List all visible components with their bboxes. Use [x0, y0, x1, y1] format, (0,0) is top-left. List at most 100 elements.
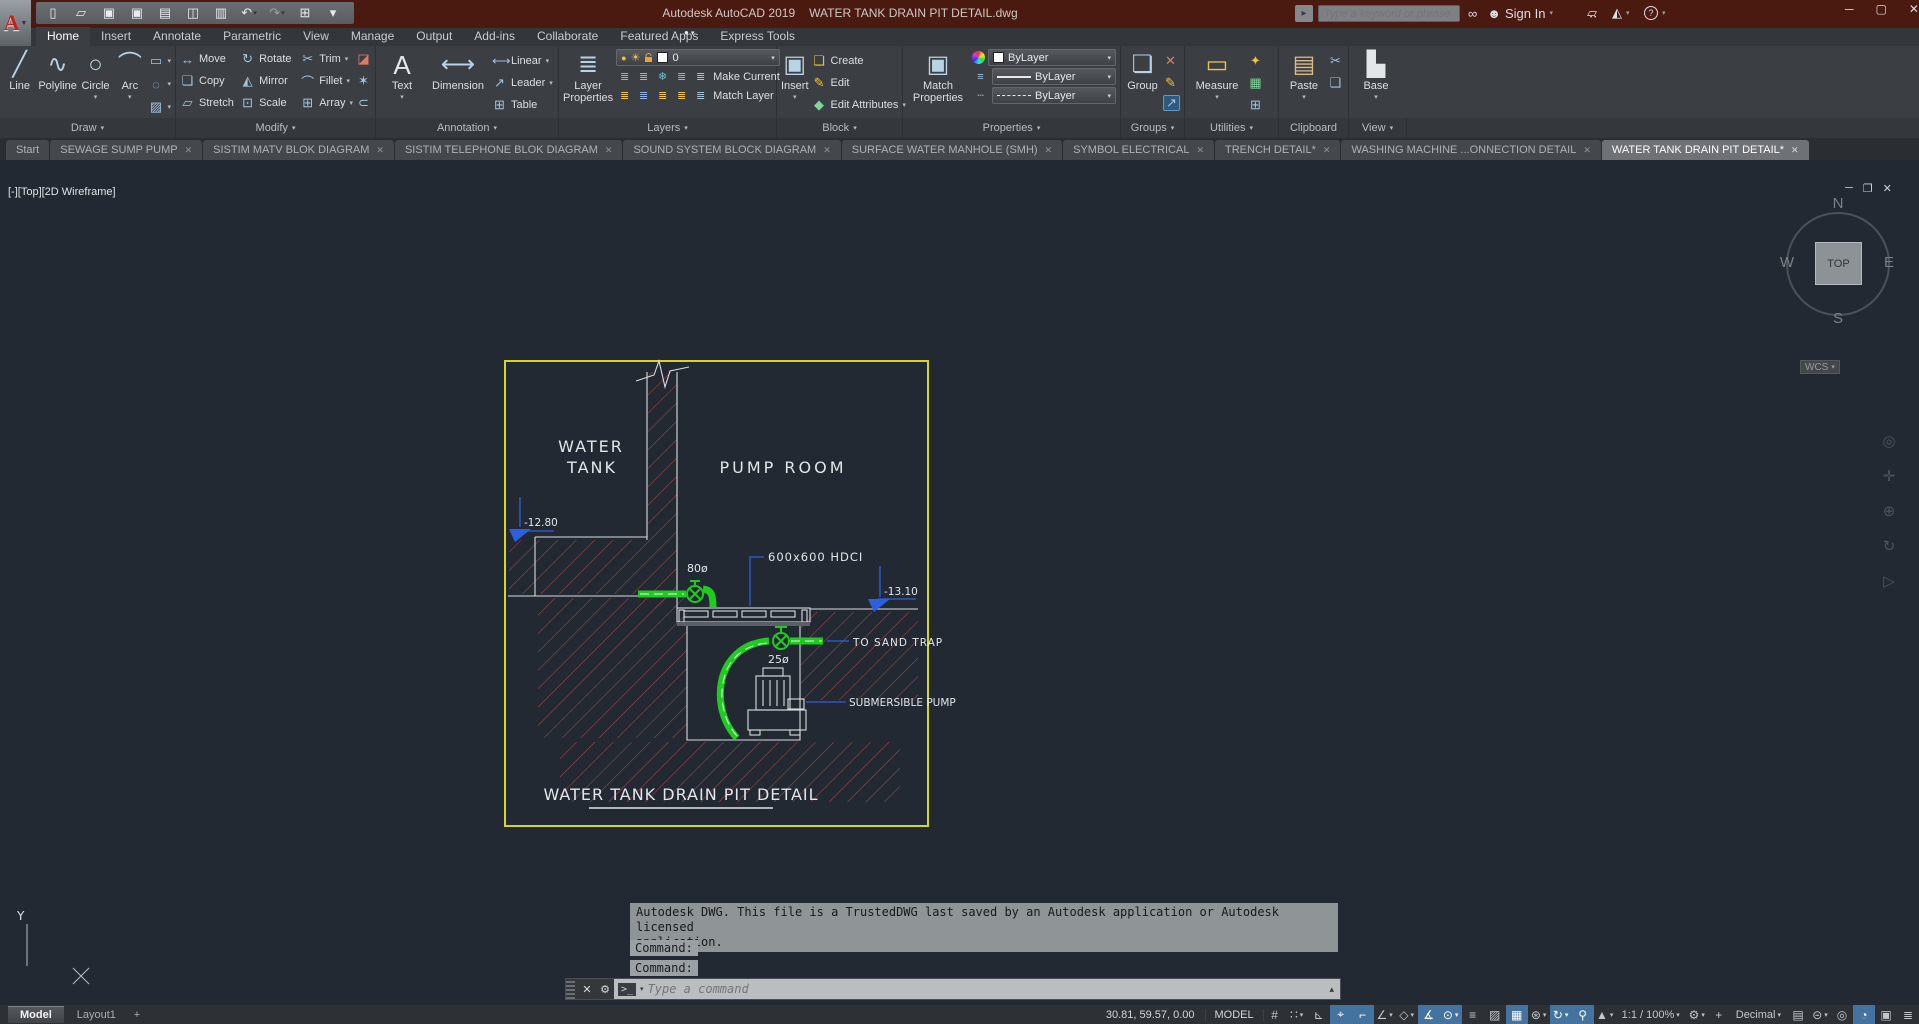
command-close-icon[interactable]: ✕: [578, 983, 596, 996]
dimension-button[interactable]: ⟷Dimension: [427, 49, 489, 115]
close-button[interactable]: ✕: [1909, 2, 1919, 16]
panel-label-modify[interactable]: Modify▾: [176, 118, 376, 138]
redo-icon[interactable]: ↷▾: [264, 4, 290, 23]
osnap-3d-button[interactable]: ⊛▾: [1528, 1005, 1550, 1024]
layer-lock-icon[interactable]: ≣: [673, 69, 690, 85]
paste-button[interactable]: ▤Paste▾: [1283, 49, 1325, 115]
trim-button[interactable]: ✂Trim▾: [300, 49, 353, 69]
linetype-select[interactable]: ByLayer▾: [992, 87, 1116, 104]
measure-button[interactable]: ▭Measure▾: [1189, 49, 1245, 115]
file-tab-symbol-electrical[interactable]: SYMBOL ELECTRICAL✕: [1063, 140, 1214, 160]
application-menu-button[interactable]: A▼: [0, 0, 31, 46]
save-icon[interactable]: ▣▾: [96, 4, 122, 23]
compass-south[interactable]: S: [1772, 310, 1904, 327]
file-tab-sistim-telephone[interactable]: SISTIM TELEPHONE BLOK DIAGRAM✕: [395, 140, 623, 160]
undo-icon[interactable]: ↶▾: [236, 4, 262, 23]
infer-constraints-button[interactable]: ⊾▾: [1308, 1005, 1330, 1024]
view-cube[interactable]: N S W E TOP: [1772, 198, 1904, 330]
layer-isolate-icon[interactable]: ≣: [635, 69, 652, 85]
quick-properties-button[interactable]: ▤▾: [1787, 1005, 1809, 1024]
sheet-set-icon[interactable]: ⊞▾: [292, 4, 318, 23]
tab-annotate[interactable]: Annotate: [142, 27, 212, 46]
close-tab-icon[interactable]: ✕: [823, 145, 831, 156]
tab-output[interactable]: Output: [405, 27, 463, 46]
dynamic-ucs-button[interactable]: ↻▾: [1550, 1005, 1572, 1024]
qat-menu-icon[interactable]: ▾▾: [320, 4, 346, 23]
table-button[interactable]: ⊞Table: [492, 95, 553, 115]
open-file-icon[interactable]: ▱▾: [68, 4, 94, 23]
object-snap-tracking-button[interactable]: ∡▾: [1418, 1005, 1440, 1024]
polyline-button[interactable]: ∿Polyline: [38, 49, 77, 115]
command-drag-handle[interactable]: [566, 979, 575, 999]
units-button[interactable]: Decimal▾: [1730, 1005, 1787, 1024]
plot-icon[interactable]: ▤▾: [152, 4, 178, 23]
file-tab-washing-machine[interactable]: WASHING MACHINE ...ONNECTION DETAIL✕: [1341, 140, 1600, 160]
plot-preview-icon[interactable]: ◫▾: [180, 4, 206, 23]
insert-button[interactable]: ▣Insert▾: [781, 49, 809, 115]
annotation-visibility-button[interactable]: ⚲▾: [1572, 1005, 1594, 1024]
showmotion-icon[interactable]: ▷: [1876, 568, 1902, 594]
isolate-objects-button[interactable]: ◎▾: [1831, 1005, 1853, 1024]
base-button[interactable]: ▙Base▾: [1353, 49, 1399, 115]
quick-select-button[interactable]: ✦: [1248, 51, 1263, 71]
group-selection-toggle[interactable]: ↗: [1163, 95, 1180, 111]
layer-unlock-all-icon[interactable]: ≣: [673, 88, 690, 104]
close-tab-icon[interactable]: ✕: [1196, 145, 1204, 156]
graphics-performance-button[interactable]: ◔▾: [1853, 1005, 1875, 1024]
make-current-icon[interactable]: ≣: [692, 69, 709, 85]
file-tab-trench-detail[interactable]: TRENCH DETAIL*✕: [1215, 140, 1340, 160]
quick-calculator-button[interactable]: ⊞: [1248, 95, 1263, 115]
model-tab[interactable]: Model: [8, 1006, 64, 1023]
grid-display-button[interactable]: #▾: [1264, 1005, 1286, 1024]
panel-label-block[interactable]: Block▾: [777, 118, 903, 138]
linear-dimension-button[interactable]: ⟷Linear▾: [492, 51, 553, 71]
panel-label-draw[interactable]: Draw▾: [0, 118, 176, 138]
chevron-down-icon[interactable]: ▾: [1549, 9, 1553, 17]
ellipse-button[interactable]: ◌▾: [148, 74, 171, 94]
group-button[interactable]: ❏Group: [1125, 49, 1160, 115]
app-store-icon[interactable]: ▱••: [1587, 4, 1598, 22]
wcs-selector[interactable]: WCS▾: [1800, 360, 1840, 374]
customize-button[interactable]: ≣▾: [1897, 1005, 1919, 1024]
match-layer-icon[interactable]: ≣: [692, 88, 709, 104]
file-tab-start[interactable]: Start✕: [6, 140, 49, 160]
object-color-select[interactable]: ByLayer▾: [988, 49, 1116, 66]
command-prompt-icon[interactable]: >_: [618, 983, 636, 996]
layer-off-icon[interactable]: ≣: [616, 69, 633, 85]
new-file-icon[interactable]: ▯▾: [40, 4, 66, 23]
layer-unisolate-icon[interactable]: ≣: [635, 88, 652, 104]
search-input[interactable]: [1318, 5, 1460, 22]
panel-label-annotation[interactable]: Annotation▾: [376, 118, 559, 138]
recent-commands-icon[interactable]: ▾: [640, 985, 644, 993]
viewport-close-icon[interactable]: ✕: [1883, 182, 1892, 195]
tab-parametric[interactable]: Parametric: [212, 27, 292, 46]
layer-thaw-all-icon[interactable]: ≣: [654, 88, 671, 104]
rectangle-button[interactable]: ▭▾: [148, 51, 171, 71]
file-tab-sewage-sump-pump[interactable]: SEWAGE SUMP PUMP✕: [50, 140, 202, 160]
command-input-field[interactable]: >_ ▾ ▴: [614, 979, 1340, 999]
close-tab-icon[interactable]: ✕: [1045, 145, 1053, 156]
ungroup-button[interactable]: ✕: [1163, 51, 1180, 71]
tab-express-tools[interactable]: Express Tools: [709, 27, 805, 46]
circle-button[interactable]: ○Circle▾: [80, 49, 111, 115]
create-block-button[interactable]: ❏Create: [812, 51, 906, 71]
panel-label-utilities[interactable]: Utilities▾: [1185, 118, 1279, 138]
model-space-button[interactable]: MODEL: [1205, 1009, 1264, 1021]
binoculars-icon[interactable]: ∞: [1468, 6, 1477, 21]
copy-button[interactable]: ❏Copy: [180, 71, 237, 91]
layout1-tab[interactable]: Layout1: [65, 1007, 128, 1023]
lock-ui-button[interactable]: ⊝▾: [1809, 1005, 1831, 1024]
chevron-down-icon[interactable]: ▾: [771, 54, 775, 62]
selection-cycling-button[interactable]: ▦▾: [1506, 1005, 1528, 1024]
command-history-toggle-icon[interactable]: ▴: [1329, 984, 1336, 995]
drawing-canvas[interactable]: WATER TANK PUMP ROOM -12.80 -13.10 80ø 6…: [0, 160, 1919, 1005]
zoom-extents-icon[interactable]: ⊕: [1876, 498, 1902, 524]
layer-select[interactable]: ● ☀ 0 ▾: [616, 49, 780, 66]
mirror-button[interactable]: ◭Mirror: [240, 71, 297, 91]
command-customize-icon[interactable]: ⚙: [596, 983, 614, 996]
layer-properties-button[interactable]: ≣Layer Properties: [563, 49, 613, 115]
tab-home[interactable]: Home: [36, 27, 90, 46]
panel-label-view[interactable]: View▾: [1349, 118, 1407, 138]
minimize-button[interactable]: ─: [1845, 2, 1854, 16]
file-tab-surface-water-manhole[interactable]: SURFACE WATER MANHOLE (SMH)✕: [842, 140, 1062, 160]
